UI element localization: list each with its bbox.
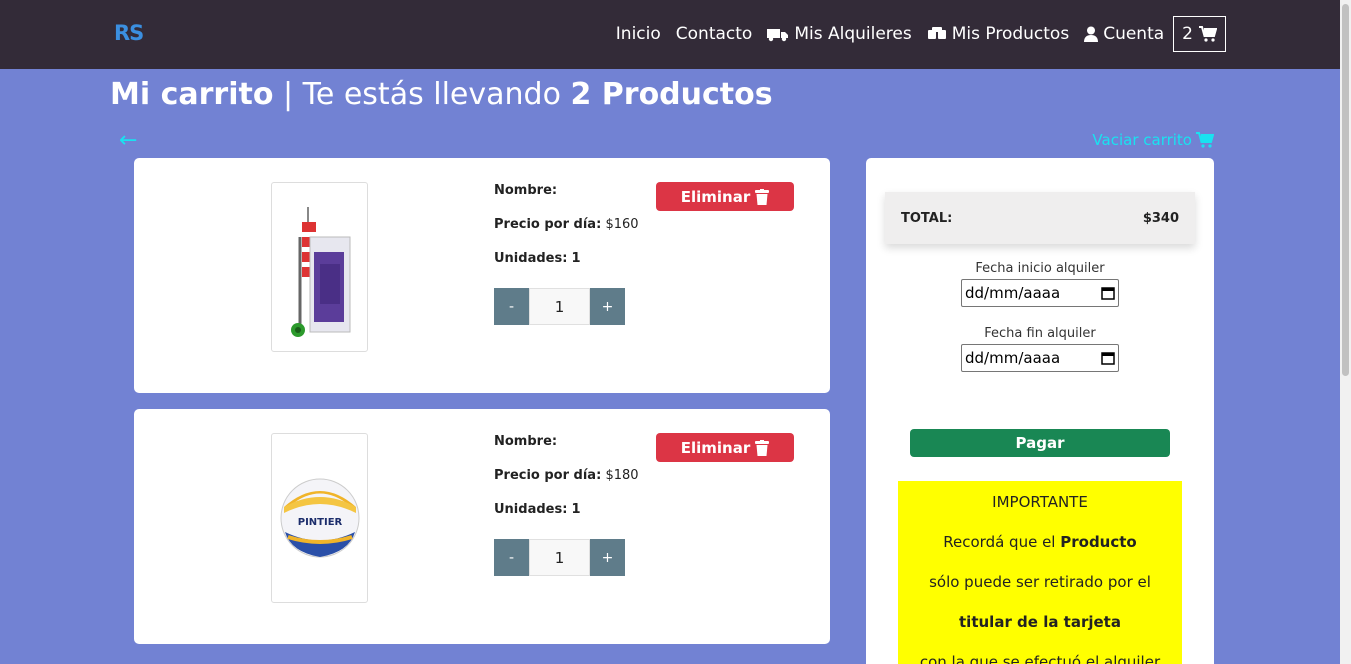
- name-label: Nombre:: [494, 434, 558, 449]
- page-title: Mi carrito | Te estás llevando 2 Product…: [110, 77, 773, 112]
- total-value: $340: [1142, 210, 1179, 226]
- beach-cart-icon: [290, 207, 350, 337]
- increase-button[interactable]: +: [590, 288, 625, 325]
- trash-icon: [755, 188, 770, 205]
- nav-link-mis-productos[interactable]: Mis Productos: [927, 24, 1069, 44]
- product-units: 1: [571, 502, 581, 517]
- order-summary: TOTAL: $340 Fecha inicio alquiler dd/mm/…: [866, 158, 1214, 664]
- boxes-icon: [927, 27, 946, 39]
- increase-button[interactable]: +: [590, 539, 625, 576]
- total-label: TOTAL:: [901, 210, 953, 226]
- start-date-input[interactable]: dd/mm/aaaa: [961, 279, 1119, 307]
- decrease-button[interactable]: -: [494, 539, 529, 576]
- clear-cart-label: Vaciar carrito: [1092, 131, 1192, 149]
- total-box: TOTAL: $340: [885, 192, 1195, 244]
- notice-line-2: sólo puede ser retirado por el: [929, 573, 1151, 591]
- end-date-label: Fecha fin alquiler: [984, 326, 1096, 341]
- date-placeholder: dd/mm/aaaa: [965, 349, 1061, 367]
- scrollbar-thumb[interactable]: [1342, 4, 1349, 376]
- units-label: Unidades:: [494, 502, 568, 517]
- units-label: Unidades:: [494, 251, 568, 266]
- user-icon: [1084, 26, 1099, 42]
- end-date-input[interactable]: dd/mm/aaaa: [961, 344, 1119, 372]
- cart-item-card: PINTIER Nombre: Precio por día: $180 Uni…: [134, 409, 830, 644]
- product-price: $180: [605, 468, 639, 483]
- volleyball-icon: PINTIER: [280, 478, 359, 558]
- title-main: Mi carrito: [110, 77, 274, 112]
- scrollbar[interactable]: [1340, 0, 1351, 664]
- nav-link-contacto[interactable]: Contacto: [676, 24, 753, 44]
- trash-icon: [755, 439, 770, 456]
- important-notice: IMPORTANTE Recordá que el Producto sólo …: [898, 481, 1182, 664]
- product-image: PINTIER: [271, 433, 368, 603]
- quantity-input[interactable]: 1: [529, 539, 590, 576]
- start-date-group: Fecha inicio alquiler dd/mm/aaaa: [866, 261, 1214, 307]
- back-arrow-icon[interactable]: ←: [119, 128, 137, 153]
- cart-count: 2: [1182, 24, 1193, 44]
- notice-emphasis: titular de la tarjeta: [959, 613, 1121, 631]
- notice-line-1: Recordá que el Producto: [898, 531, 1182, 571]
- nav-link-label: Mis Alquileres: [794, 24, 912, 44]
- nav-menu: Inicio Contacto Mis Alquileres Mis Produ…: [616, 16, 1226, 52]
- pay-button[interactable]: Pagar: [910, 429, 1170, 457]
- svg-text:PINTIER: PINTIER: [297, 517, 342, 528]
- product-info: Nombre: Precio por día: $180 Unidades: 1: [494, 434, 639, 536]
- price-label: Precio por día:: [494, 468, 602, 483]
- cart-button[interactable]: 2: [1173, 16, 1226, 52]
- decrease-button[interactable]: -: [494, 288, 529, 325]
- truck-icon: [767, 29, 789, 42]
- quantity-input[interactable]: 1: [529, 288, 590, 325]
- title-middle: Te estás llevando: [302, 77, 571, 112]
- cart-remove-icon: [1196, 132, 1214, 148]
- nav-link-label: Mis Productos: [951, 24, 1070, 44]
- notice-text: Recordá que el: [943, 533, 1061, 551]
- delete-item-button[interactable]: Eliminar: [656, 433, 794, 462]
- product-info: Nombre: Precio por día: $160 Unidades: 1: [494, 183, 639, 285]
- product-image: [271, 182, 368, 352]
- product-units: 1: [571, 251, 581, 266]
- price-label: Precio por día:: [494, 217, 602, 232]
- nav-link-label: Contacto: [675, 24, 753, 44]
- calendar-icon: [1101, 352, 1115, 365]
- calendar-icon: [1101, 287, 1115, 300]
- notice-title: IMPORTANTE: [992, 493, 1088, 511]
- product-price: $160: [605, 217, 639, 232]
- notice-line-3: titular de la tarjeta: [898, 611, 1182, 651]
- clear-cart-link[interactable]: Vaciar carrito: [1092, 131, 1214, 149]
- notice-emphasis: Producto: [1060, 533, 1137, 551]
- quantity-stepper: - 1 +: [494, 539, 625, 576]
- start-date-label: Fecha inicio alquiler: [975, 261, 1105, 276]
- nav-link-inicio[interactable]: Inicio: [616, 24, 661, 44]
- quantity-stepper: - 1 +: [494, 288, 625, 325]
- nav-link-cuenta[interactable]: Cuenta: [1084, 24, 1164, 44]
- date-placeholder: dd/mm/aaaa: [965, 284, 1061, 302]
- title-separator: |: [273, 77, 303, 112]
- delete-label: Eliminar: [680, 438, 751, 457]
- delete-item-button[interactable]: Eliminar: [656, 182, 794, 211]
- cart-item-card: Nombre: Precio por día: $160 Unidades: 1…: [134, 158, 830, 393]
- nav-link-label: Cuenta: [1103, 24, 1165, 44]
- end-date-group: Fecha fin alquiler dd/mm/aaaa: [866, 326, 1214, 372]
- navbar: RS Inicio Contacto Mis Alquileres Mis Pr…: [0, 0, 1351, 69]
- name-label: Nombre:: [494, 183, 558, 198]
- brand-logo[interactable]: RS: [114, 21, 144, 45]
- shopping-cart-icon: [1199, 26, 1217, 42]
- nav-link-mis-alquileres[interactable]: Mis Alquileres: [767, 24, 912, 44]
- delete-label: Eliminar: [680, 187, 751, 206]
- nav-link-label: Inicio: [615, 24, 661, 44]
- title-count: 2 Productos: [570, 77, 773, 112]
- notice-line-4: con la que se efectuó el alquiler: [919, 653, 1161, 664]
